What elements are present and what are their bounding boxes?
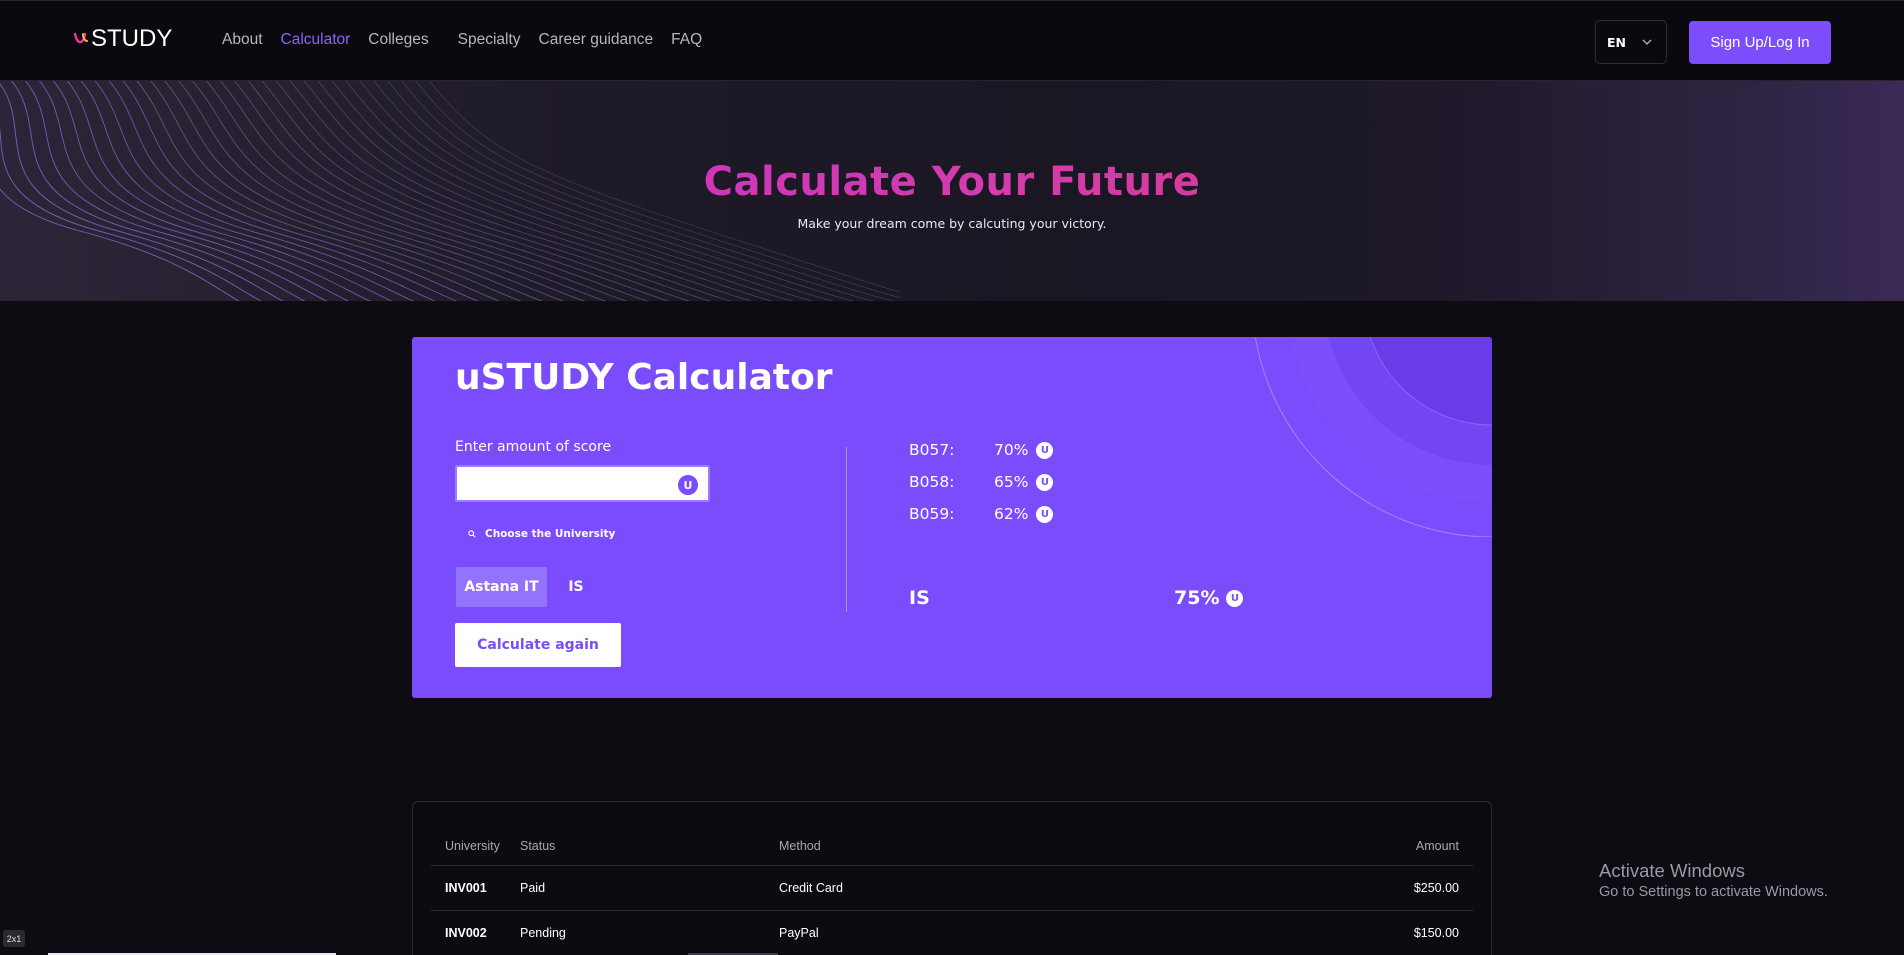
- result-percent: 70%: [994, 441, 1029, 459]
- cell-amount: $250.00: [1413, 881, 1459, 895]
- nav-link-about[interactable]: About: [222, 31, 263, 49]
- ustudy-coin-icon: U: [1036, 505, 1054, 523]
- header-amount: Amount: [1415, 838, 1459, 853]
- result-percent: 65%: [994, 473, 1029, 491]
- result-code: B059:: [909, 505, 955, 523]
- signup-login-button[interactable]: Sign Up/Log In: [1689, 21, 1831, 64]
- cell-status: Pending: [520, 926, 566, 940]
- score-label: Enter amount of score: [455, 439, 612, 455]
- chevron-down-icon: [1642, 39, 1652, 45]
- summary-result: 75% U: [1174, 587, 1244, 609]
- search-icon: [468, 530, 476, 538]
- result-row: B057: 70% U: [909, 441, 1054, 459]
- table-row[interactable]: INV002 Pending PayPal $150.00: [431, 911, 1473, 955]
- summary-name: IS: [909, 587, 930, 609]
- ustudy-coin-icon: U: [1226, 589, 1244, 607]
- hero-title: Calculate Your Future: [0, 159, 1904, 205]
- activate-subtitle: Go to Settings to activate Windows.: [1599, 884, 1828, 900]
- university-tab-astana-it[interactable]: Astana IT: [456, 567, 547, 607]
- nav-link-calculator[interactable]: Calculator: [281, 31, 351, 49]
- nav-link-colleges[interactable]: Colleges: [368, 31, 428, 49]
- calculator-card: uSTUDY Calculator Enter amount of score …: [412, 337, 1492, 698]
- summary-university: IS: [909, 587, 930, 609]
- nav-link-faq[interactable]: FAQ: [671, 31, 702, 49]
- nav-links: About Calculator Colleges Specialty Care…: [222, 31, 720, 49]
- nav-link-specialty[interactable]: Specialty: [458, 31, 521, 49]
- result-code: B058:: [909, 473, 955, 491]
- result-row: B058: 65% U: [909, 473, 1054, 491]
- ustudy-coin-icon: U: [678, 475, 698, 495]
- invoice-table: University Status Method Amount INV001 P…: [412, 801, 1492, 955]
- logo[interactable]: STUDY: [74, 25, 172, 53]
- choose-university-search[interactable]: Choose the University: [468, 528, 615, 540]
- cell-university: INV001: [445, 881, 487, 895]
- cell-method: PayPal: [779, 926, 819, 940]
- result-percent: 62%: [994, 505, 1029, 523]
- zoom-badge[interactable]: 2x1: [3, 930, 25, 947]
- calculator-title: uSTUDY Calculator: [455, 357, 833, 398]
- activate-title: Activate Windows: [1599, 860, 1745, 881]
- language-value: EN: [1607, 34, 1627, 50]
- ring-decoration: [1254, 337, 1492, 537]
- table-row[interactable]: INV001 Paid Credit Card $250.00: [431, 866, 1473, 911]
- result-code: B057:: [909, 441, 955, 459]
- result-row: B059: 62% U: [909, 505, 1054, 523]
- header-status: Status: [520, 838, 556, 853]
- cell-university: INV002: [445, 926, 487, 940]
- table-header-row: University Status Method Amount: [431, 826, 1473, 866]
- language-select[interactable]: EN: [1595, 20, 1667, 64]
- header-method: Method: [779, 838, 821, 853]
- choose-university-label: Choose the University: [485, 528, 616, 540]
- cell-method: Credit Card: [779, 881, 843, 895]
- divider: [846, 447, 847, 612]
- top-navbar: STUDY About Calculator Colleges Specialt…: [0, 0, 1904, 81]
- header-university: University: [445, 838, 500, 853]
- summary-percent: 75%: [1174, 587, 1220, 609]
- ustudy-coin-icon: U: [1036, 473, 1054, 491]
- logo-text: STUDY: [91, 25, 173, 52]
- score-input[interactable]: U: [455, 465, 710, 502]
- university-tab-is[interactable]: IS: [561, 567, 591, 607]
- activate-windows-watermark: Activate Windows Go to Settings to activ…: [1599, 860, 1828, 900]
- logo-icon: [74, 28, 90, 50]
- calculate-again-button[interactable]: Calculate again: [455, 623, 621, 667]
- nav-link-career-guidance[interactable]: Career guidance: [539, 31, 654, 49]
- cell-status: Paid: [520, 881, 546, 895]
- ustudy-coin-icon: U: [1036, 441, 1054, 459]
- hero-banner: Calculate Your Future Make your dream co…: [0, 81, 1904, 301]
- cell-amount: $150.00: [1413, 926, 1459, 940]
- hero-subtitle: Make your dream come by calcuting your v…: [797, 216, 1107, 231]
